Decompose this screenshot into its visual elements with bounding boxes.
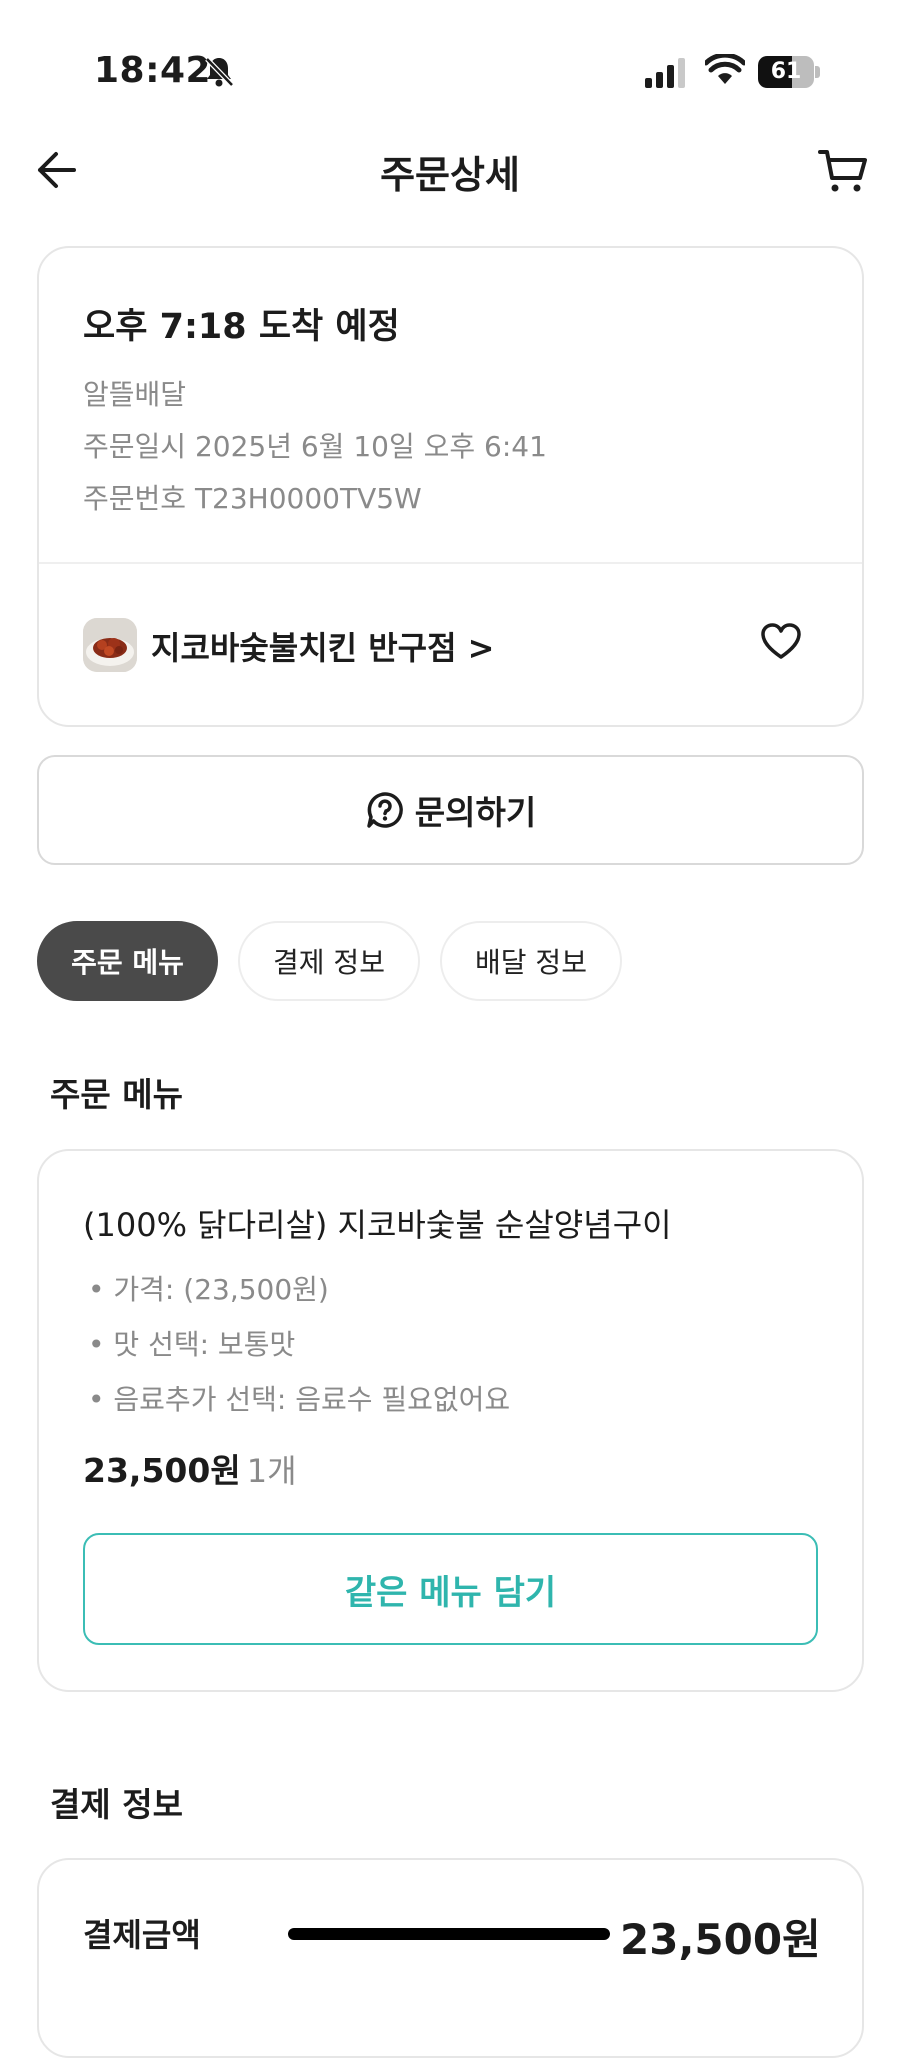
cart-icon[interactable] [818, 148, 868, 194]
order-number: 주문번호 T23H0000TV5W [83, 482, 422, 515]
store-thumbnail[interactable] [83, 618, 137, 672]
card-divider [39, 562, 862, 564]
menu-option-price: • 가격: (23,500원) [88, 1273, 329, 1306]
menu-option-drink: • 음료추가 선택: 음료수 필요없어요 [88, 1383, 511, 1416]
menu-item-quantity: 1개 [246, 1452, 297, 1490]
payment-amount: 23,500원 [620, 1915, 821, 1964]
tab-payment-info[interactable]: 결제 정보 [238, 921, 420, 1001]
page-title: 주문상세 [380, 153, 520, 197]
tab-delivery-info[interactable]: 배달 정보 [440, 921, 622, 1001]
store-link[interactable]: 지코바숯불치킨 반구점 > [151, 623, 495, 669]
add-same-menu-button[interactable]: 같은 메뉴 담기 [83, 1533, 818, 1645]
wifi-icon [705, 54, 745, 84]
redaction-bar [288, 1928, 610, 1940]
tab-order-menu[interactable]: 주문 메뉴 [37, 921, 218, 1001]
inquiry-button[interactable]: 문의하기 [37, 755, 864, 865]
payment-section-title: 결제 정보 [50, 1785, 183, 1824]
status-time: 18:42 [94, 50, 212, 91]
question-chat-icon [367, 792, 403, 828]
menu-item-price: 23,500원 [83, 1451, 241, 1490]
payment-label: 결제금액 [83, 1916, 201, 1954]
battery-indicator: 61 [758, 56, 820, 90]
bell-muted-icon [205, 57, 234, 87]
order-menu-section-title: 주문 메뉴 [50, 1075, 183, 1114]
menu-option-flavor: • 맛 선택: 보통맛 [88, 1328, 296, 1361]
inquiry-label: 문의하기 [414, 793, 537, 832]
signal-icon [645, 58, 685, 88]
order-date: 주문일시 2025년 6월 10일 오후 6:41 [83, 430, 547, 463]
menu-item-name: (100% 닭다리살) 지코바숯불 순살양념구이 [83, 1206, 672, 1244]
heart-icon[interactable] [760, 622, 802, 662]
delivery-type: 알뜰배달 [83, 378, 187, 411]
battery-level: 61 [770, 59, 802, 84]
menu-item-price-row: 23,500원 1개 [83, 1444, 297, 1492]
eta-text: 오후 7:18 도착 예정 [83, 307, 400, 347]
